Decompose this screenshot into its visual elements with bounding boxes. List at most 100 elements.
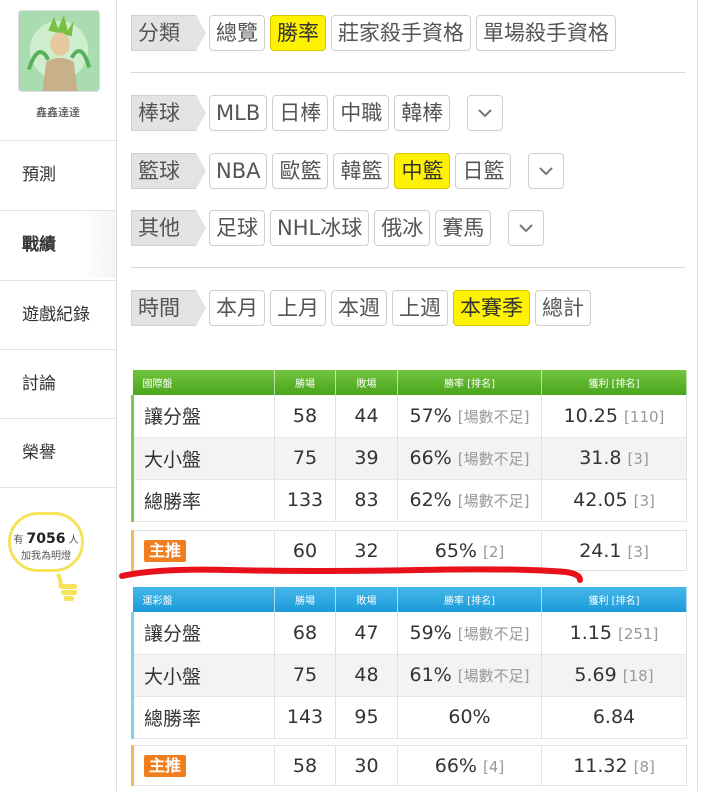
nav-item-discussion[interactable]: 討論 <box>0 349 116 417</box>
nav-item-predict[interactable]: 預測 <box>0 140 116 208</box>
chip-soccer[interactable]: 足球 <box>209 210 265 246</box>
win-rate: 59% <box>409 621 452 644</box>
win-rate-cell: 66% [4] <box>397 745 542 786</box>
chip-nhl[interactable]: NHL冰球 <box>270 210 370 246</box>
row-name: 總勝率 <box>131 479 275 522</box>
chip-kbo[interactable]: 韓棒 <box>394 95 451 131</box>
col-wins: 勝場 <box>274 370 336 395</box>
losses: 30 <box>335 745 398 786</box>
lottery-pick-table: 主推 58 30 66% [4] 11.32 [8] <box>131 745 687 786</box>
losses: 48 <box>335 654 398 697</box>
chip-last-month[interactable]: 上月 <box>270 290 326 326</box>
chip-this-week[interactable]: 本週 <box>331 290 387 326</box>
win-rate: 61% <box>409 664 452 686</box>
wins: 75 <box>274 654 336 697</box>
row-name: 大小盤 <box>131 437 275 480</box>
chip-mlb[interactable]: MLB <box>209 95 268 131</box>
chip-last-week[interactable]: 上週 <box>392 290 448 326</box>
pick-badge-cell: 主推 <box>131 530 275 571</box>
chip-win-rate[interactable]: 勝率 <box>270 15 326 51</box>
filter-label-basketball: 籃球 <box>131 153 206 189</box>
win-rate: 66% <box>409 447 452 469</box>
profit-rank: [3] <box>633 492 655 510</box>
col-market: 國際盤 <box>132 370 275 395</box>
lightbulb-icon <box>56 573 77 601</box>
filter-label-other: 其他 <box>131 210 206 246</box>
profit-rank: [110] <box>624 407 665 426</box>
table-row: 總勝率 143 95 60% 6.84 <box>131 696 687 739</box>
row-name: 讓分盤 <box>131 612 275 655</box>
chip-japan-basketball[interactable]: 日籃 <box>455 153 512 189</box>
main-panel: 分類 總覽 勝率 莊家殺手資格 單場殺手資格 棒球 MLB 日棒 中職 韓棒 籃… <box>116 0 698 791</box>
filter-row-other: 其他 足球 NHL冰球 俄冰 賽馬 <box>131 209 545 247</box>
baseball-dropdown[interactable] <box>467 95 504 131</box>
losses: 47 <box>335 612 398 655</box>
chip-this-season[interactable]: 本賽季 <box>453 290 530 326</box>
chip-banker-killer[interactable]: 莊家殺手資格 <box>331 15 471 51</box>
fan-count: 7056 <box>26 531 66 547</box>
pick-badge: 主推 <box>144 755 187 777</box>
table-row: 讓分盤 68 47 59% [場數不足] 1.15 [251] <box>131 612 687 655</box>
win-rate-cell: 57% [場數不足] <box>397 395 542 438</box>
filter-label-baseball: 棒球 <box>131 95 206 131</box>
chip-khl[interactable]: 俄冰 <box>374 210 431 246</box>
fan-caption: 加我為明燈 <box>21 551 71 562</box>
chip-korea-basketball[interactable]: 韓籃 <box>333 153 390 189</box>
col-losses: 敗場 <box>335 370 398 395</box>
col-win-rate: 勝率 [排名] <box>397 370 542 395</box>
chip-horse-racing[interactable]: 賽馬 <box>435 210 492 246</box>
chip-china-basketball[interactable]: 中籃 <box>394 153 451 189</box>
chip-npb[interactable]: 日棒 <box>272 95 329 131</box>
wins: 58 <box>274 745 336 786</box>
rate-rank: [場數不足] <box>457 624 530 643</box>
filter-label-time: 時間 <box>131 290 206 326</box>
profit-cell: 11.32 [8] <box>541 745 687 786</box>
profit-cell: 31.8 [3] <box>541 437 687 480</box>
nav-item-honor[interactable]: 榮譽 <box>0 418 116 486</box>
international-pick-table: 主推 60 32 65% [2] 24.1 [3] <box>131 530 687 571</box>
table-header-row: 國際盤 勝場 敗場 勝率 [排名] 獲利 [排名] <box>132 370 687 395</box>
profit-cell: 42.05 [3] <box>541 479 687 522</box>
nav-divider <box>0 487 116 488</box>
wins: 75 <box>274 437 336 480</box>
chip-single-killer[interactable]: 單場殺手資格 <box>476 15 616 51</box>
nav-item-game-log[interactable]: 遊戲紀錄 <box>0 280 116 348</box>
basketball-dropdown[interactable] <box>528 153 565 189</box>
chip-nba[interactable]: NBA <box>209 153 268 189</box>
table-row: 總勝率 133 83 62% [場數不足] 42.05 [3] <box>131 479 687 522</box>
win-rate: 57% <box>409 404 452 427</box>
wins: 58 <box>274 395 336 438</box>
avatar[interactable] <box>18 10 100 92</box>
pick-row: 主推 60 32 65% [2] 24.1 [3] <box>131 530 687 571</box>
rate-rank: [2] <box>483 542 505 561</box>
pick-badge: 主推 <box>144 540 187 562</box>
row-name: 總勝率 <box>131 696 275 739</box>
col-wins: 勝場 <box>274 587 336 612</box>
profit-rank: [8] <box>633 757 655 776</box>
profit: 42.05 <box>573 489 628 511</box>
chip-this-month[interactable]: 本月 <box>209 290 265 326</box>
win-rate-cell: 62% [場數不足] <box>397 479 542 522</box>
losses: 83 <box>335 479 398 522</box>
profit: 6.84 <box>592 706 636 728</box>
profit: 11.32 <box>573 754 628 777</box>
profit-rank: [3] <box>627 542 649 561</box>
col-profit: 獲利 [排名] <box>541 370 687 395</box>
rate-rank: [場數不足] <box>457 667 530 685</box>
chip-total[interactable]: 總計 <box>535 290 591 326</box>
other-dropdown[interactable] <box>508 210 545 246</box>
fan-suffix: 人 <box>68 535 79 546</box>
chip-euro-basketball[interactable]: 歐籃 <box>272 153 329 189</box>
wins: 68 <box>274 612 336 655</box>
col-market: 運彩盤 <box>132 587 275 612</box>
row-name: 讓分盤 <box>131 395 275 438</box>
profit-rank: [3] <box>627 450 649 468</box>
table-row: 讓分盤 58 44 57% [場數不足] 10.25 [110] <box>131 395 687 438</box>
nav-item-record[interactable]: 戰績 <box>0 210 116 278</box>
fan-count-bulb[interactable]: 有 7056 人 加我為明燈 <box>8 512 84 572</box>
chip-overview[interactable]: 總覽 <box>209 15 265 51</box>
chevron-down-icon <box>519 224 533 233</box>
row-name: 大小盤 <box>131 654 275 697</box>
chip-cpbl[interactable]: 中職 <box>333 95 390 131</box>
profit-rank: [251] <box>618 624 659 643</box>
